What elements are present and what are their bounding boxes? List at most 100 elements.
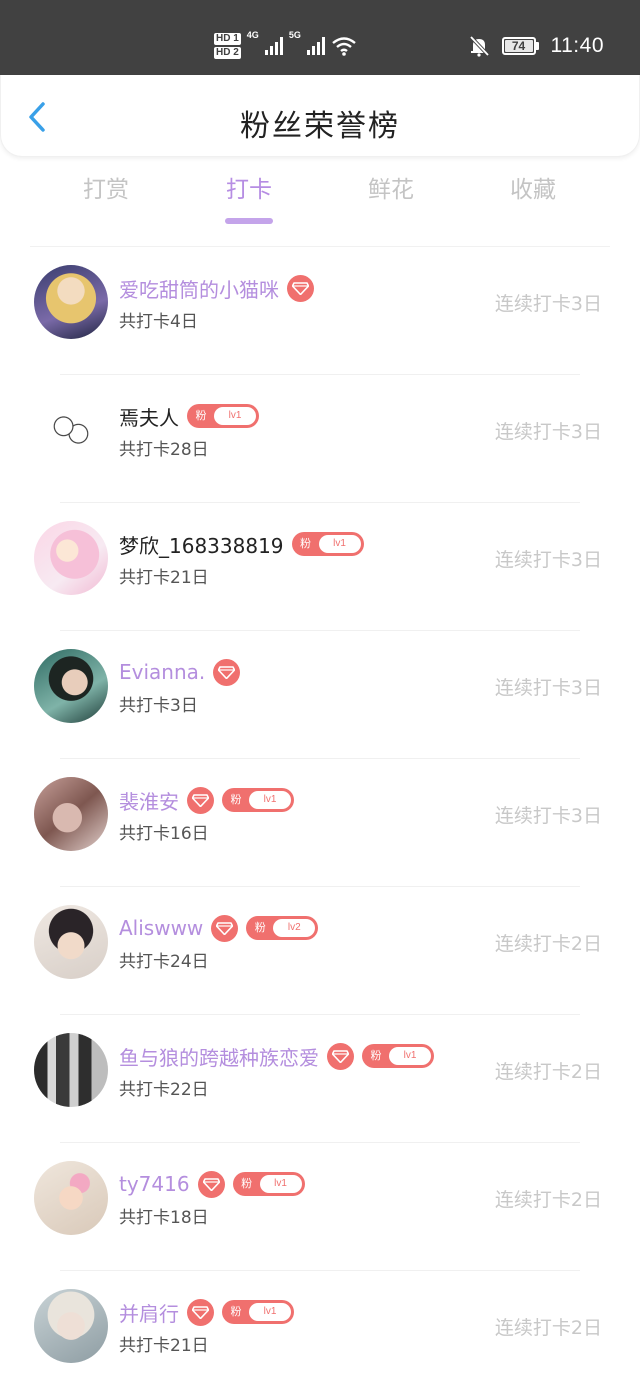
- fan-level-badge: 粉 lv1: [291, 532, 364, 556]
- total-checkins: 共打卡22日: [119, 1080, 209, 1100]
- fan-level: lv2: [273, 919, 316, 937]
- streak-checkins: 连续打卡3日: [494, 805, 602, 827]
- streak-checkins: 连续打卡3日: [494, 293, 602, 315]
- name-line: 鱼与狼的跨越种族恋爱 粉 lv1: [119, 1041, 434, 1071]
- group-photo-avatar[interactable]: [34, 1033, 108, 1107]
- status-bar: HD 1 HD 2 4G 5G 74 11:40: [0, 0, 640, 75]
- fan-row-3[interactable]: 梦欣_168338819 粉 lv1 共打卡21日 连续打卡3日: [0, 503, 640, 631]
- total-checkins: 共打卡28日: [119, 440, 209, 460]
- name-line: 裴淮安 粉 lv1: [119, 785, 294, 815]
- clock: 11:40: [550, 34, 604, 57]
- total-checkins: 共打卡4日: [119, 312, 198, 332]
- diamond-icon: [187, 786, 214, 814]
- tab-checkin[interactable]: 打卡: [189, 170, 309, 224]
- battery-level: 74: [504, 40, 533, 52]
- tab-label: 收藏: [510, 177, 556, 203]
- fan-badge-label: 粉: [254, 921, 266, 934]
- username: 爱吃甜筒的小猫咪: [119, 277, 279, 302]
- network1-label: 4G: [246, 30, 259, 40]
- sketch-avatar[interactable]: [34, 393, 108, 467]
- fan-row-9[interactable]: 并肩行 粉 lv1 共打卡21日 连续打卡2日: [0, 1271, 640, 1387]
- fan-level-badge: 粉 lv1: [222, 1300, 294, 1324]
- portrait-avatar[interactable]: [34, 1289, 108, 1363]
- pink-anime-avatar[interactable]: [34, 521, 108, 595]
- tab-favorites[interactable]: 收藏: [473, 170, 593, 204]
- fan-level: lv1: [249, 791, 291, 809]
- fan-level: lv1: [249, 1303, 291, 1321]
- diamond-icon: [213, 658, 241, 686]
- app-header: 粉丝荣誉榜: [0, 75, 640, 157]
- total-checkins: 共打卡3日: [119, 696, 198, 716]
- fan-badge-label: 粉: [230, 793, 242, 806]
- fan-row-5[interactable]: 裴淮安 粉 lv1 共打卡16日 连续打卡3日: [0, 759, 640, 887]
- streak-checkins: 连续打卡2日: [494, 933, 602, 955]
- fan-level: lv1: [214, 407, 256, 425]
- fan-row-2[interactable]: 焉夫人 粉 lv1 共打卡28日 连续打卡3日: [0, 375, 640, 503]
- name-line: Evianna.: [119, 657, 241, 687]
- total-checkins: 共打卡21日: [119, 568, 209, 588]
- status-right: 74 11:40: [468, 30, 605, 62]
- fan-row-6[interactable]: Aliswww 粉 lv2 共打卡24日 连续打卡2日: [0, 887, 640, 1015]
- fan-row-7[interactable]: 鱼与狼的跨越种族恋爱 粉 lv1 共打卡22日 连续打卡2日: [0, 1015, 640, 1143]
- total-checkins: 共打卡21日: [119, 1336, 209, 1356]
- streak-checkins: 连续打卡3日: [494, 421, 602, 443]
- signal-icon: [306, 37, 325, 55]
- streak-checkins: 连续打卡2日: [494, 1317, 602, 1339]
- fan-badge-label: 粉: [300, 537, 312, 550]
- fan-row-8[interactable]: ty7416 粉 lv1 共打卡18日 连续打卡2日: [0, 1143, 640, 1271]
- fan-badge-label: 粉: [370, 1049, 382, 1062]
- fan-level-badge: 粉 lv1: [232, 1172, 305, 1196]
- tab-bar: 打赏 打卡 鲜花 收藏: [0, 170, 640, 230]
- username: Aliswww: [119, 916, 204, 940]
- name-line: 梦欣_168338819 粉 lv1: [119, 529, 364, 559]
- tab-label: 打赏: [83, 177, 129, 203]
- diamond-icon: [287, 274, 314, 302]
- diamond-icon: [197, 1170, 225, 1198]
- username: 裴淮安: [119, 789, 179, 814]
- fan-badge-label: 粉: [241, 1177, 253, 1190]
- name-line: ty7416 粉 lv1: [119, 1169, 305, 1199]
- network-indicators: HD 1 HD 2 4G 5G: [214, 28, 357, 64]
- fan-row-1[interactable]: 爱吃甜筒的小猫咪 共打卡4日 连续打卡3日: [0, 247, 640, 375]
- tab-label: 打卡: [226, 177, 272, 203]
- tab-tips[interactable]: 打赏: [46, 170, 166, 204]
- streak-checkins: 连续打卡2日: [494, 1189, 602, 1211]
- sim-indicators: HD 1 HD 2: [214, 33, 241, 59]
- username: 梦欣_168338819: [119, 533, 284, 558]
- name-line: 焉夫人 粉 lv1: [119, 401, 259, 431]
- username: Evianna.: [119, 660, 206, 684]
- blurred-photo-avatar[interactable]: [34, 777, 108, 851]
- active-tab-indicator: [225, 218, 273, 224]
- fan-level: lv1: [318, 535, 361, 553]
- username: ty7416: [119, 1172, 190, 1196]
- fan-level: lv1: [259, 1175, 302, 1193]
- battery-icon: 74: [501, 37, 539, 55]
- name-line: 爱吃甜筒的小猫咪: [119, 273, 314, 303]
- fan-level-badge: 粉 lv2: [246, 916, 319, 940]
- name-line: 并肩行 粉 lv1: [119, 1297, 294, 1327]
- photo-avatar[interactable]: [34, 649, 108, 723]
- fan-level: lv1: [389, 1047, 431, 1065]
- tab-label: 鲜花: [368, 177, 414, 203]
- username: 并肩行: [119, 1301, 179, 1326]
- fan-level-badge: 粉 lv1: [187, 404, 259, 428]
- sim2-label: HD 2: [214, 47, 241, 59]
- wifi-icon: [332, 37, 356, 56]
- fan-row-4[interactable]: Evianna. 共打卡3日 连续打卡3日: [0, 631, 640, 759]
- signal-icon: [264, 37, 283, 55]
- streak-checkins: 连续打卡3日: [494, 677, 602, 699]
- mute-bell-icon: [469, 35, 489, 57]
- fan-level-badge: 粉 lv1: [362, 1044, 434, 1068]
- fan-badge-label: 粉: [230, 1305, 242, 1318]
- total-checkins: 共打卡18日: [119, 1208, 209, 1228]
- anime-girl-avatar[interactable]: [34, 265, 108, 339]
- boy-photo-avatar[interactable]: [34, 905, 108, 979]
- fan-list: 爱吃甜筒的小猫咪 共打卡4日 连续打卡3日 焉夫人 粉 lv1 共打卡28日 连续…: [0, 247, 640, 1387]
- child-photo-avatar[interactable]: [34, 1161, 108, 1235]
- total-checkins: 共打卡16日: [119, 824, 209, 844]
- streak-checkins: 连续打卡3日: [494, 549, 602, 571]
- network2-label: 5G: [288, 30, 301, 40]
- username: 鱼与狼的跨越种族恋爱: [119, 1045, 319, 1070]
- name-line: Aliswww 粉 lv2: [119, 913, 319, 943]
- tab-flowers[interactable]: 鲜花: [331, 170, 451, 204]
